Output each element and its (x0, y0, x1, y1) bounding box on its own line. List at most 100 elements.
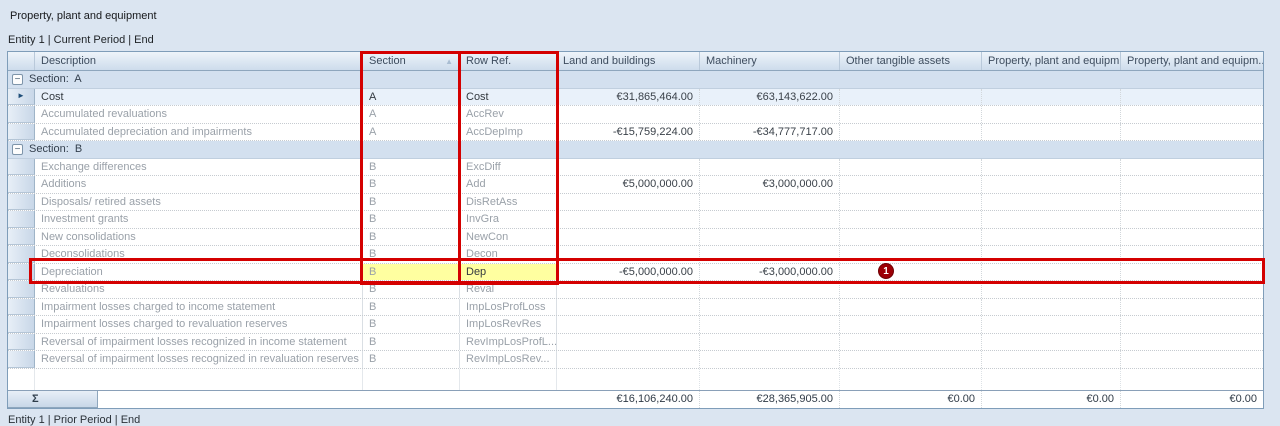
cell-row-ref[interactable]: Decon (460, 246, 557, 263)
cell-ppe-2[interactable] (1121, 229, 1263, 246)
column-header-row-ref[interactable]: Row Ref. (460, 52, 557, 70)
cell-ppe-1[interactable] (982, 246, 1121, 263)
cell-row-ref[interactable]: RevImpLosProfL... (460, 334, 557, 351)
cell-other-tangible-assets[interactable] (840, 299, 982, 316)
table-row[interactable]: Investment grants B InvGra (8, 211, 1263, 229)
cell-ppe-1[interactable] (982, 316, 1121, 333)
cell-description[interactable]: Reversal of impairment losses recognized… (35, 334, 363, 351)
cell-row-ref[interactable]: ExcDiff (460, 159, 557, 176)
cell-section[interactable]: B (363, 246, 460, 263)
cell-description[interactable]: Investment grants (35, 211, 363, 228)
cell-ppe-2[interactable] (1121, 299, 1263, 316)
cell-ppe-2[interactable] (1121, 211, 1263, 228)
cell-other-tangible-assets[interactable] (840, 281, 982, 298)
cell-machinery[interactable] (700, 246, 840, 263)
cell-ppe-1[interactable] (982, 229, 1121, 246)
row-selector[interactable] (8, 246, 35, 263)
cell-machinery[interactable] (700, 351, 840, 368)
cell-section[interactable]: B (363, 316, 460, 333)
row-selector[interactable] (8, 176, 35, 193)
cell-row-ref[interactable]: AccDepImp (460, 124, 557, 141)
row-selector[interactable] (8, 229, 35, 246)
row-selector[interactable] (8, 299, 35, 316)
cell-description[interactable]: Disposals/ retired assets (35, 194, 363, 211)
cell-description[interactable]: Cost (35, 89, 363, 106)
cell-machinery[interactable] (700, 281, 840, 298)
cell-ppe-2[interactable] (1121, 281, 1263, 298)
row-selector[interactable] (8, 124, 35, 141)
cell-ppe-1[interactable] (982, 194, 1121, 211)
select-all-cell[interactable] (8, 52, 35, 70)
cell-description[interactable]: New consolidations (35, 229, 363, 246)
cell-ppe-1[interactable] (982, 124, 1121, 141)
cell-section[interactable]: B (363, 351, 460, 368)
table-row[interactable]: Reversal of impairment losses recognized… (8, 334, 1263, 352)
cell-land-and-buildings[interactable]: -€15,759,224.00 (557, 124, 700, 141)
column-header-machinery[interactable]: Machinery (700, 52, 840, 70)
cell-section[interactable]: B (363, 159, 460, 176)
cell-section[interactable]: B (363, 281, 460, 298)
cell-description[interactable]: Depreciation (35, 264, 363, 281)
table-row[interactable]: Reversal of impairment losses recognized… (8, 351, 1263, 369)
cell-other-tangible-assets[interactable] (840, 159, 982, 176)
collapse-icon[interactable]: − (12, 74, 23, 85)
cell-other-tangible-assets[interactable] (840, 89, 982, 106)
table-row[interactable]: Exchange differences B ExcDiff (8, 159, 1263, 177)
cell-section[interactable]: A (363, 124, 460, 141)
cell-description[interactable]: Impairment losses charged to revaluation… (35, 316, 363, 333)
cell-row-ref[interactable]: Dep (460, 264, 557, 281)
cell-description[interactable]: Accumulated revaluations (35, 106, 363, 123)
cell-ppe-2[interactable] (1121, 246, 1263, 263)
cell-description[interactable]: Reversal of impairment losses recognized… (35, 351, 363, 368)
table-row[interactable]: Disposals/ retired assets B DisRetAss (8, 194, 1263, 212)
cell-ppe-1[interactable] (982, 264, 1121, 281)
cell-machinery[interactable]: -€3,000,000.00 (700, 264, 840, 281)
cell-ppe-2[interactable] (1121, 316, 1263, 333)
cell-other-tangible-assets[interactable] (840, 124, 982, 141)
cell-other-tangible-assets[interactable] (840, 194, 982, 211)
row-selector[interactable] (8, 159, 35, 176)
cell-land-and-buildings[interactable] (557, 194, 700, 211)
cell-other-tangible-assets[interactable] (840, 351, 982, 368)
cell-other-tangible-assets[interactable] (840, 264, 982, 281)
cell-machinery[interactable] (700, 159, 840, 176)
cell-machinery[interactable] (700, 299, 840, 316)
cell-section[interactable]: B (363, 194, 460, 211)
cell-description[interactable]: Deconsolidations (35, 246, 363, 263)
row-selector[interactable] (8, 211, 35, 228)
cell-ppe-1[interactable] (982, 211, 1121, 228)
table-row[interactable]: New consolidations B NewCon (8, 229, 1263, 247)
cell-row-ref[interactable]: ImpLosProfLoss (460, 299, 557, 316)
cell-section[interactable]: B (363, 176, 460, 193)
table-row[interactable]: Impairment losses charged to revaluation… (8, 316, 1263, 334)
cell-ppe-2[interactable] (1121, 159, 1263, 176)
cell-land-and-buildings[interactable] (557, 229, 700, 246)
table-row[interactable]: Deconsolidations B Decon (8, 246, 1263, 264)
cell-ppe-2[interactable] (1121, 124, 1263, 141)
table-row[interactable]: Depreciation B Dep -€5,000,000.00 -€3,00… (8, 264, 1263, 282)
cell-machinery[interactable]: €63,143,622.00 (700, 89, 840, 106)
column-header-description[interactable]: Description (35, 52, 363, 70)
cell-ppe-1[interactable] (982, 176, 1121, 193)
cell-section[interactable]: A (363, 89, 460, 106)
cell-other-tangible-assets[interactable] (840, 229, 982, 246)
table-row[interactable]: Accumulated depreciation and impairments… (8, 124, 1263, 142)
cell-ppe-2[interactable] (1121, 351, 1263, 368)
cell-row-ref[interactable]: AccRev (460, 106, 557, 123)
cell-row-ref[interactable]: Reval (460, 281, 557, 298)
table-row[interactable]: Accumulated revaluations A AccRev (8, 106, 1263, 124)
cell-other-tangible-assets[interactable] (840, 316, 982, 333)
cell-ppe-1[interactable] (982, 281, 1121, 298)
row-selector[interactable] (8, 106, 35, 123)
cell-ppe-1[interactable] (982, 351, 1121, 368)
column-header-ppe-1[interactable]: Property, plant and equipm... (982, 52, 1121, 70)
cell-row-ref[interactable]: NewCon (460, 229, 557, 246)
cell-section[interactable]: B (363, 229, 460, 246)
cell-row-ref[interactable]: Add (460, 176, 557, 193)
cell-other-tangible-assets[interactable] (840, 211, 982, 228)
cell-other-tangible-assets[interactable] (840, 334, 982, 351)
cell-land-and-buildings[interactable]: -€5,000,000.00 (557, 264, 700, 281)
row-selector[interactable]: ► (8, 89, 35, 106)
cell-land-and-buildings[interactable] (557, 281, 700, 298)
row-selector[interactable] (8, 334, 35, 351)
